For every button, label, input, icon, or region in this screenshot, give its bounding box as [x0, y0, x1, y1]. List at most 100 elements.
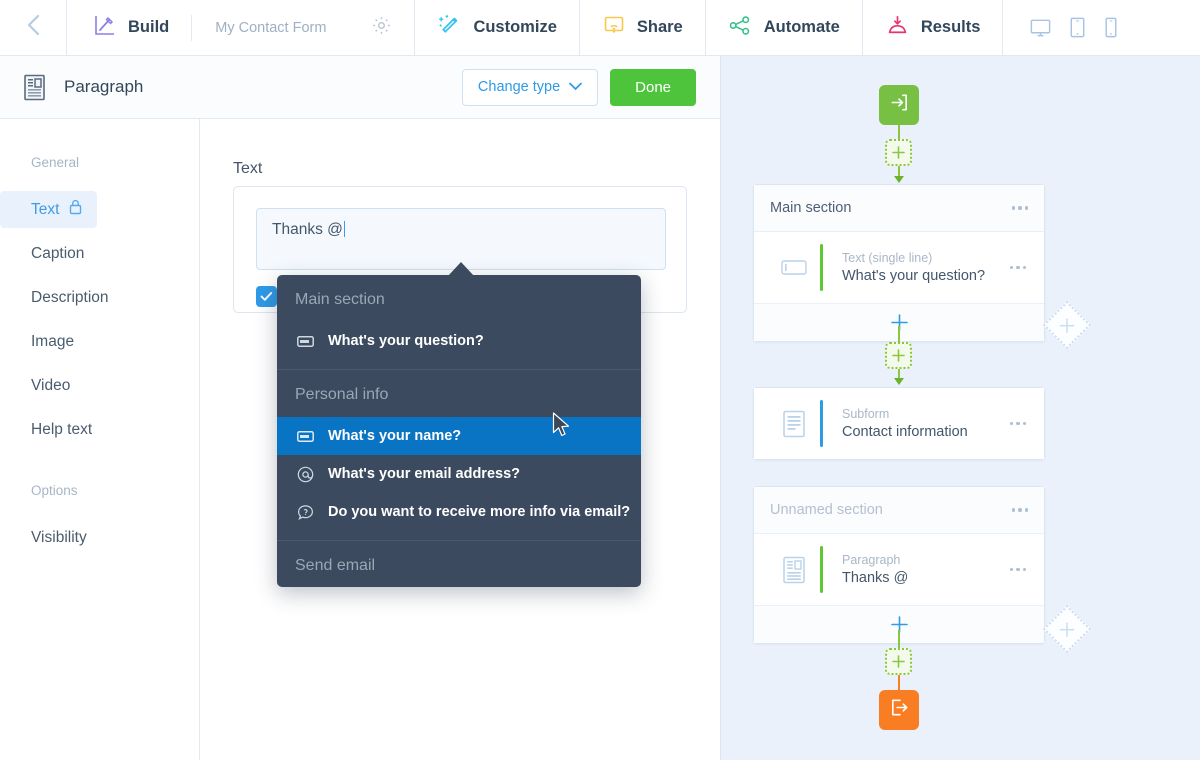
text-input[interactable]: Thanks @	[256, 208, 666, 270]
flow-card-subform: Subform Contact information	[753, 387, 1045, 460]
tablet-icon[interactable]	[1068, 16, 1087, 39]
flow-field-row[interactable]: Text (single line) What's your question?	[754, 232, 1044, 303]
results-inbox-icon	[885, 13, 910, 43]
sidebar-item-description[interactable]: Description	[0, 279, 199, 316]
mention-group-personal-info: Personal info	[295, 386, 389, 403]
at-email-icon	[295, 466, 315, 483]
sidebar-item-visibility[interactable]: Visibility	[0, 519, 199, 556]
row-accent-bar	[820, 400, 823, 447]
sidebar-group-general: General	[31, 155, 80, 170]
nav-label-results: Results	[920, 18, 981, 36]
automate-nodes-icon	[728, 13, 753, 43]
flow-add-block-1[interactable]	[885, 139, 912, 166]
single-line-text-icon	[295, 335, 315, 347]
back-button[interactable]	[0, 0, 67, 55]
mention-item-label: Do you want to receive more info via ema…	[328, 504, 631, 520]
form-settings-button[interactable]	[371, 15, 392, 41]
mention-item-label: What's your email address?	[328, 466, 521, 482]
text-field-label: Text	[233, 160, 263, 177]
row-menu-dots-icon[interactable]	[1009, 265, 1026, 270]
device-preview-group	[1003, 0, 1143, 55]
flow-side-add-button-1[interactable]	[1042, 300, 1092, 350]
flow-field-row[interactable]: Paragraph Thanks @	[754, 534, 1044, 605]
text-caret	[343, 221, 345, 237]
change-type-label: Change type	[477, 79, 561, 95]
row-field-type: Text (single line)	[842, 251, 933, 265]
phone-icon[interactable]	[1103, 16, 1119, 39]
magic-wand-icon	[437, 13, 462, 43]
nav-label-automate: Automate	[763, 18, 840, 36]
nav-item-results[interactable]: Results	[863, 0, 1004, 55]
plus-icon	[1059, 317, 1075, 333]
lock-icon	[69, 199, 82, 220]
sidebar-item-help-text[interactable]: Help text	[0, 411, 199, 448]
sidebar-item-caption[interactable]: Caption	[0, 235, 199, 272]
document-lines-icon	[772, 410, 816, 438]
nav-item-share[interactable]: Share	[580, 0, 706, 55]
nav-label-share: Share	[636, 18, 683, 36]
form-builder-app: Build My Contact Form Customize Share Au…	[0, 0, 1200, 760]
form-name-label[interactable]: My Contact Form	[191, 14, 326, 41]
monitor-icon[interactable]	[1029, 16, 1052, 39]
row-menu-dots-icon[interactable]	[1009, 421, 1026, 426]
flow-card-header[interactable]: Unnamed section	[754, 487, 1044, 534]
build-nav-group: Build My Contact Form	[67, 0, 416, 55]
editor-header: Paragraph Change type Done	[0, 56, 720, 119]
flow-card-main-section: Main section Text (single line) What's y…	[753, 184, 1045, 342]
mention-item-whats-your-question[interactable]: What's your question?	[277, 322, 641, 360]
mention-group-main-section: Main section	[295, 291, 385, 308]
mention-item-whats-your-name[interactable]: What's your name?	[277, 417, 641, 455]
flow-card-title: Main section	[770, 200, 852, 216]
flow-card-header[interactable]: Main section	[754, 185, 1044, 232]
build-pen-icon	[93, 13, 117, 42]
flow-field-row[interactable]: Subform Contact information	[754, 388, 1044, 459]
mention-item-whats-your-email-address[interactable]: What's your email address?	[277, 455, 641, 493]
mouse-cursor	[552, 412, 571, 443]
flow-side-add-button-2[interactable]	[1042, 604, 1092, 654]
change-type-button[interactable]: Change type	[461, 68, 599, 106]
nav-item-build[interactable]: Build	[67, 13, 169, 42]
card-menu-dots-icon[interactable]	[1011, 206, 1028, 210]
row-text: Text (single line) What's your question?	[842, 251, 985, 284]
editor-actions: Change type Done	[461, 68, 696, 106]
sidebar-item-label: Description	[31, 288, 109, 306]
row-menu-dots-icon[interactable]	[1009, 567, 1026, 572]
done-button[interactable]: Done	[610, 68, 696, 106]
done-label: Done	[635, 78, 671, 96]
chevron-down-icon	[569, 79, 582, 95]
share-screen-icon	[602, 13, 626, 42]
card-menu-dots-icon[interactable]	[1011, 508, 1028, 512]
show-text-checkbox[interactable]	[256, 286, 277, 307]
single-line-text-icon	[295, 430, 315, 442]
flow-end-node[interactable]	[879, 690, 919, 730]
sidebar-item-video[interactable]: Video	[0, 367, 199, 404]
row-text: Subform Contact information	[842, 407, 968, 440]
mention-item-receive-more-info[interactable]: Do you want to receive more info via ema…	[277, 493, 641, 531]
form-flow-panel: Main section Text (single line) What's y…	[720, 56, 1200, 760]
sidebar-item-text[interactable]: Text	[0, 191, 97, 228]
enter-arrow-icon	[889, 92, 910, 118]
flow-connector	[898, 326, 900, 342]
sidebar-item-label: Caption	[31, 244, 85, 262]
row-field-name: What's your question?	[842, 268, 986, 284]
plus-icon	[1059, 621, 1075, 637]
flow-connector	[898, 125, 900, 139]
sidebar-item-label: Video	[31, 376, 71, 394]
mention-item-label: What's your name?	[328, 428, 462, 444]
flow-start-node[interactable]	[879, 85, 919, 125]
exit-arrow-icon	[889, 697, 910, 723]
sidebar-item-image[interactable]: Image	[0, 323, 199, 360]
flow-add-block-4[interactable]	[885, 648, 912, 675]
mention-menu-arrow	[448, 262, 474, 276]
flow-card-title: Unnamed section	[770, 502, 883, 518]
nav-label-customize: Customize	[473, 18, 557, 36]
page-title: Paragraph	[64, 77, 144, 96]
nav-item-automate[interactable]: Automate	[706, 0, 863, 55]
question-bubble-icon	[295, 504, 315, 521]
editor-sidebar: General Text Caption Description Image V…	[0, 119, 200, 760]
flow-connector	[898, 675, 900, 690]
sidebar-item-label: Text	[31, 200, 60, 218]
mention-group-send-email: Send email	[295, 557, 376, 574]
nav-item-customize[interactable]: Customize	[415, 0, 580, 55]
flow-add-block-2[interactable]	[885, 342, 912, 369]
